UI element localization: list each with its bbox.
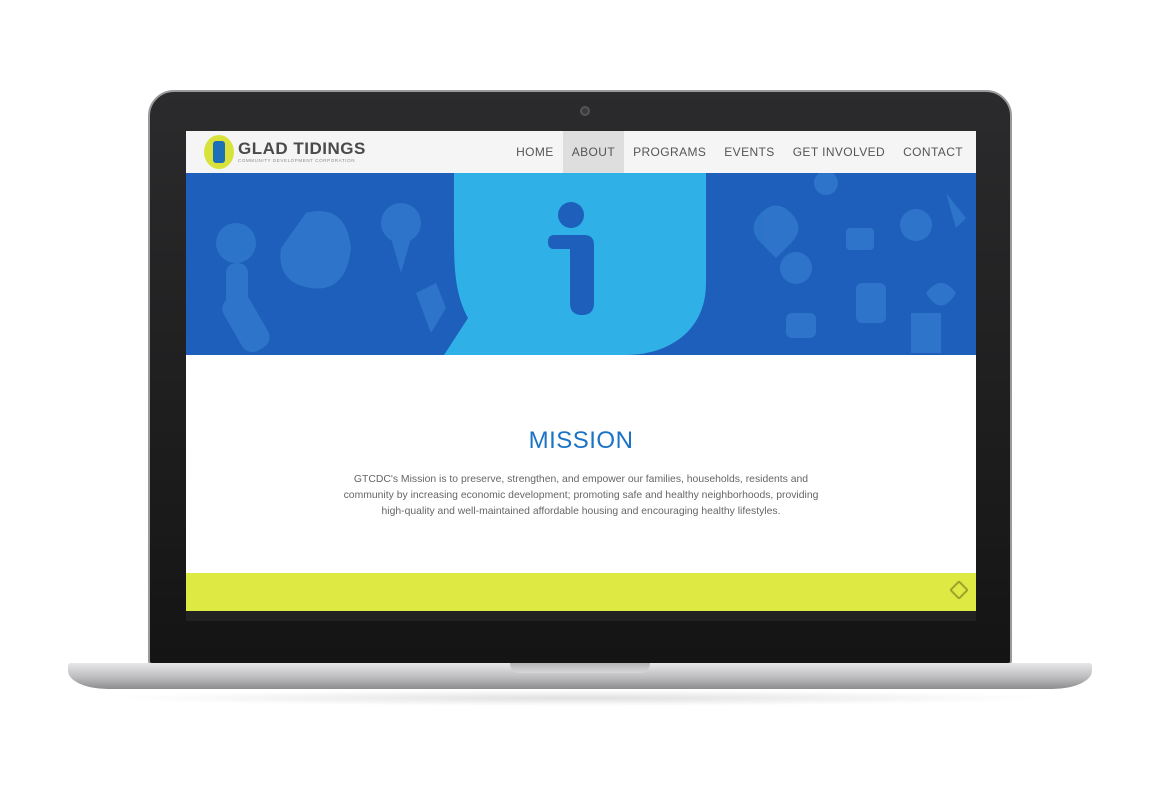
hero-illustration bbox=[186, 173, 976, 355]
mission-text: GTCDC's Mission is to preserve, strength… bbox=[343, 474, 819, 517]
laptop-base bbox=[68, 663, 1092, 689]
mission-title: MISSION bbox=[528, 427, 634, 454]
laptop-shadow bbox=[110, 690, 1050, 706]
footer-band bbox=[186, 573, 976, 611]
nav-contact[interactable]: CONTACT bbox=[894, 131, 972, 173]
screen-bottom-bar bbox=[186, 611, 976, 621]
info-icon-dot bbox=[558, 202, 584, 228]
nav-get-involved[interactable]: GET INVOLVED bbox=[784, 131, 894, 173]
logo-subtitle: COMMUNITY DEVELOPMENT CORPORATION bbox=[238, 158, 356, 163]
site-logo[interactable]: GLAD TIDINGS COMMUNITY DEVELOPMENT CORPO… bbox=[204, 135, 366, 169]
nav-about[interactable]: ABOUT bbox=[562, 131, 625, 173]
logo-icon bbox=[204, 135, 234, 169]
laptop-screen: GLAD TIDINGS COMMUNITY DEVELOPMENT CORPO… bbox=[186, 131, 976, 621]
hero-banner bbox=[186, 173, 976, 355]
laptop-notch bbox=[510, 663, 650, 673]
main-nav: HOME ABOUT PROGRAMS EVENTS GET INVOLVED … bbox=[507, 131, 972, 173]
diamond-icon[interactable] bbox=[949, 580, 969, 600]
logo-title: GLAD TIDINGS bbox=[238, 139, 366, 158]
logo-text: GLAD TIDINGS COMMUNITY DEVELOPMENT CORPO… bbox=[238, 140, 366, 164]
site-header: GLAD TIDINGS COMMUNITY DEVELOPMENT CORPO… bbox=[186, 131, 976, 173]
nav-programs[interactable]: PROGRAMS bbox=[624, 131, 715, 173]
nav-home[interactable]: HOME bbox=[507, 131, 563, 173]
nav-events[interactable]: EVENTS bbox=[715, 131, 783, 173]
camera-icon bbox=[580, 106, 590, 116]
